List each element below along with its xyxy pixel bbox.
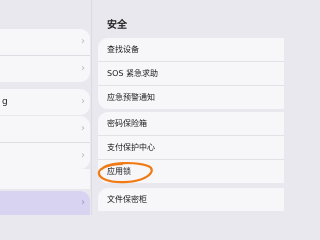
left-group-4: [0, 169, 90, 189]
settings-group-1: 查找设备 SOS 紧急求助 应急预警通知: [98, 38, 284, 109]
item-label: 支付保护中心: [107, 143, 155, 152]
password-vault-item[interactable]: 密码保险箱: [98, 112, 284, 136]
left-group-1: › ›: [0, 29, 90, 82]
section-title: 安全: [107, 20, 127, 31]
find-device-item[interactable]: 查找设备: [98, 38, 284, 62]
payment-protection-item[interactable]: 支付保护中心: [98, 136, 284, 160]
left-list-item[interactable]: ›: [0, 143, 90, 169]
settings-category-list: › › g › › › ›: [0, 0, 92, 215]
left-list-item[interactable]: ›: [0, 29, 90, 56]
chevron-right-icon: ›: [81, 96, 85, 107]
left-row-label: g: [2, 97, 8, 107]
sos-emergency-item[interactable]: SOS 紧急求助: [98, 62, 284, 86]
chevron-right-icon: ›: [81, 123, 85, 134]
chevron-right-icon: ›: [81, 150, 85, 161]
file-safe-item[interactable]: 文件保密柜: [98, 188, 284, 211]
left-group-2: g ›: [0, 89, 90, 115]
left-list-item[interactable]: ›: [0, 116, 90, 143]
item-label: 文件保密柜: [107, 195, 147, 204]
left-list-item-selected[interactable]: ›: [0, 191, 90, 215]
left-list-item[interactable]: g ›: [0, 89, 90, 115]
item-label: SOS 紧急求助: [107, 69, 158, 78]
item-label: 查找设备: [107, 45, 139, 54]
item-label: 密码保险箱: [107, 119, 147, 128]
left-list-item[interactable]: ›: [0, 56, 90, 82]
left-group-3: › ›: [0, 116, 90, 169]
emergency-alerts-item[interactable]: 应急预警通知: [98, 86, 284, 109]
chevron-right-icon: ›: [81, 63, 85, 74]
settings-group-3: 文件保密柜: [98, 188, 284, 211]
chevron-right-icon: ›: [81, 36, 85, 47]
annotation-circle-icon: [97, 162, 153, 184]
chevron-right-icon: ›: [81, 197, 85, 208]
item-label: 应急预警通知: [107, 93, 155, 102]
left-list-item[interactable]: [0, 169, 90, 189]
